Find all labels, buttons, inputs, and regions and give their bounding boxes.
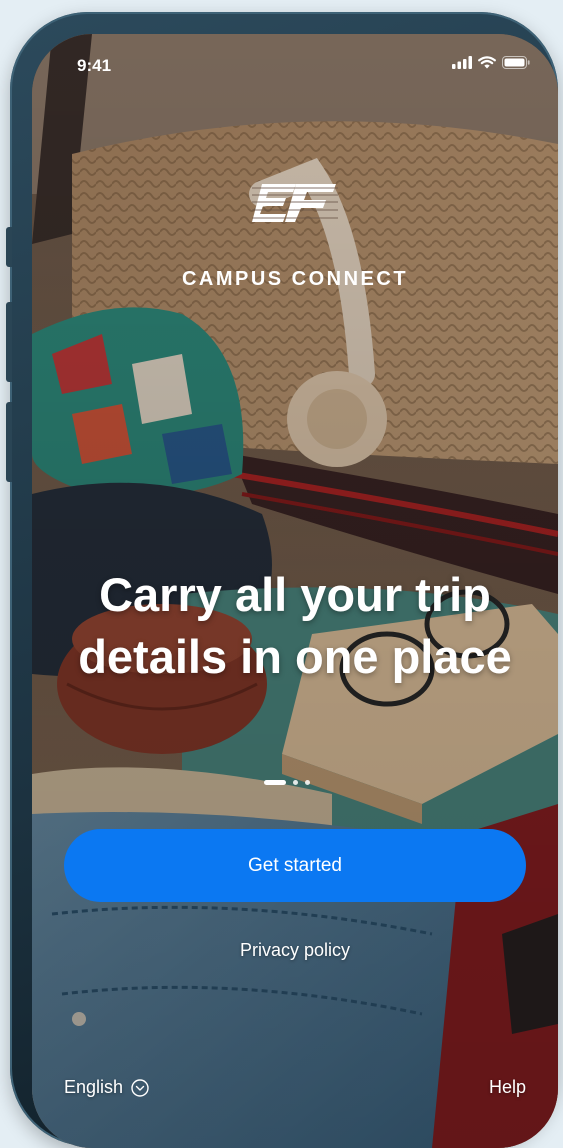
- app-brand-name: CAMPUS CONNECT: [181, 268, 409, 290]
- phone-frame: 9:41 CAMPUS CONNECT Carry all your trip …: [6, 12, 558, 1148]
- status-time: 9:41: [77, 56, 112, 75]
- get-started-button[interactable]: Get started: [64, 829, 526, 902]
- volume-down-button: [6, 402, 12, 482]
- language-selector[interactable]: English: [64, 1077, 149, 1098]
- carousel-dot[interactable]: [293, 780, 298, 785]
- carousel-dot-active[interactable]: [264, 780, 286, 785]
- language-label: English: [64, 1077, 124, 1097]
- onboarding-headline: Carry all your trip details in one place: [78, 568, 512, 683]
- app-screen: 9:41 CAMPUS CONNECT Carry all your trip …: [32, 34, 558, 1148]
- status-icons: [452, 56, 530, 69]
- volume-up-button: [6, 302, 12, 382]
- help-link[interactable]: Help: [489, 1077, 526, 1098]
- ef-logo-icon: [252, 184, 338, 222]
- mute-switch: [6, 227, 12, 267]
- battery-icon: [502, 56, 530, 69]
- privacy-policy-link[interactable]: Privacy policy: [32, 940, 558, 961]
- status-bar: 9:41: [32, 34, 558, 94]
- cellular-signal-icon: [452, 56, 472, 69]
- chevron-down-circle-icon: [131, 1078, 149, 1097]
- wifi-icon: [478, 56, 496, 69]
- carousel-dot[interactable]: [305, 780, 310, 785]
- carousel-pagination[interactable]: [264, 780, 310, 785]
